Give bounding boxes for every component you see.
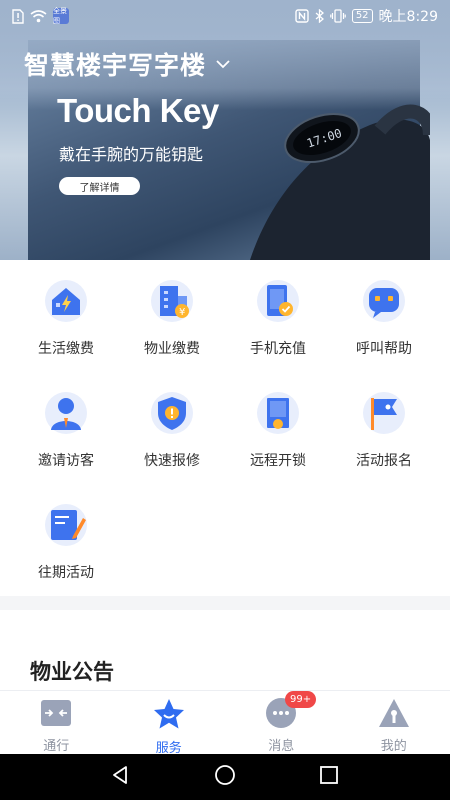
star-service-icon	[152, 697, 186, 731]
service-label: 快速报修	[144, 453, 200, 469]
pass-gate-icon	[39, 697, 73, 729]
smart-band-image: 17:00	[250, 104, 430, 260]
banner-headline: Touch Key	[57, 92, 219, 129]
building-selector[interactable]: 智慧楼宇写字楼	[24, 46, 230, 82]
visitor-person-icon	[43, 390, 89, 436]
app-screen: 17:00 智慧楼宇写字楼 Touch Key 戴在手腕的万能钥匙 了解详情 全…	[0, 0, 450, 800]
services-grid: 生活缴费 ¥ 物业缴费 手机充值 呼叫帮助 邀请访客 快速报修 远程开锁 活动报…	[0, 260, 450, 596]
tab-service[interactable]: 服务	[113, 691, 226, 756]
tab-label: 我的	[380, 739, 407, 754]
profile-icon	[377, 697, 411, 729]
unread-badge: 99+	[285, 691, 317, 708]
battery-indicator: 52	[351, 9, 373, 23]
notice-section-title: 物业公告	[30, 660, 114, 684]
status-bar: 全景图 52 晚上8:29	[0, 0, 450, 32]
sim-alert-icon	[12, 8, 24, 24]
service-label: 呼叫帮助	[356, 341, 412, 357]
service-remote-unlock[interactable]: 远程开锁	[222, 372, 334, 484]
service-past-events[interactable]: 往期活动	[10, 484, 122, 596]
service-label: 活动报名	[356, 453, 412, 469]
phone-check-icon	[255, 278, 301, 324]
hero-banner[interactable]: 17:00 智慧楼宇写字楼 Touch Key 戴在手腕的万能钥匙 了解详情	[0, 0, 450, 260]
service-life-payment[interactable]: 生活缴费	[10, 260, 122, 372]
tab-pass[interactable]: 通行	[0, 691, 113, 754]
house-lightning-icon	[43, 278, 89, 324]
bluetooth-icon	[315, 9, 324, 23]
recents-icon[interactable]	[319, 765, 339, 789]
service-property-payment[interactable]: ¥ 物业缴费	[116, 260, 228, 372]
clock: 晚上8:29	[378, 9, 438, 25]
service-label: 邀请访客	[38, 453, 94, 469]
vibrate-icon	[330, 9, 346, 23]
back-icon[interactable]	[111, 765, 131, 789]
service-label: 物业缴费	[144, 341, 200, 357]
bottom-tab-bar: 通行 服务 消息 我的	[0, 690, 450, 756]
app-notification-icon: 全景图	[53, 7, 69, 25]
flag-icon	[361, 390, 407, 436]
building-yen-icon: ¥	[149, 278, 195, 324]
service-label: 往期活动	[38, 565, 94, 581]
chevron-down-icon	[216, 56, 230, 74]
home-icon[interactable]	[214, 764, 236, 790]
service-call-help[interactable]: 呼叫帮助	[328, 260, 440, 372]
service-label: 手机充值	[250, 341, 306, 357]
notepad-pencil-icon	[43, 502, 89, 548]
tab-label: 通行	[43, 739, 70, 754]
section-divider	[0, 596, 450, 610]
tab-messages[interactable]: 消息	[225, 691, 338, 754]
service-event-signup[interactable]: 活动报名	[328, 372, 440, 484]
service-invite-visitor[interactable]: 邀请访客	[10, 372, 122, 484]
wifi-icon	[30, 9, 47, 23]
service-quick-repair[interactable]: 快速报修	[116, 372, 228, 484]
learn-more-button[interactable]: 了解详情	[59, 177, 140, 195]
service-label: 生活缴费	[38, 341, 94, 357]
tab-profile[interactable]: 我的	[338, 691, 450, 754]
service-phone-topup[interactable]: 手机充值	[222, 260, 334, 372]
nfc-icon	[295, 9, 309, 23]
shield-alert-icon	[149, 390, 195, 436]
service-label: 远程开锁	[250, 453, 306, 469]
chat-robot-icon	[361, 278, 407, 324]
door-unlock-icon	[255, 390, 301, 436]
building-name: 智慧楼宇写字楼	[24, 52, 207, 80]
banner-tagline: 戴在手腕的万能钥匙	[59, 145, 204, 164]
system-nav-bar	[0, 754, 450, 800]
svg-text:¥: ¥	[179, 307, 185, 318]
tab-label: 消息	[268, 739, 295, 754]
